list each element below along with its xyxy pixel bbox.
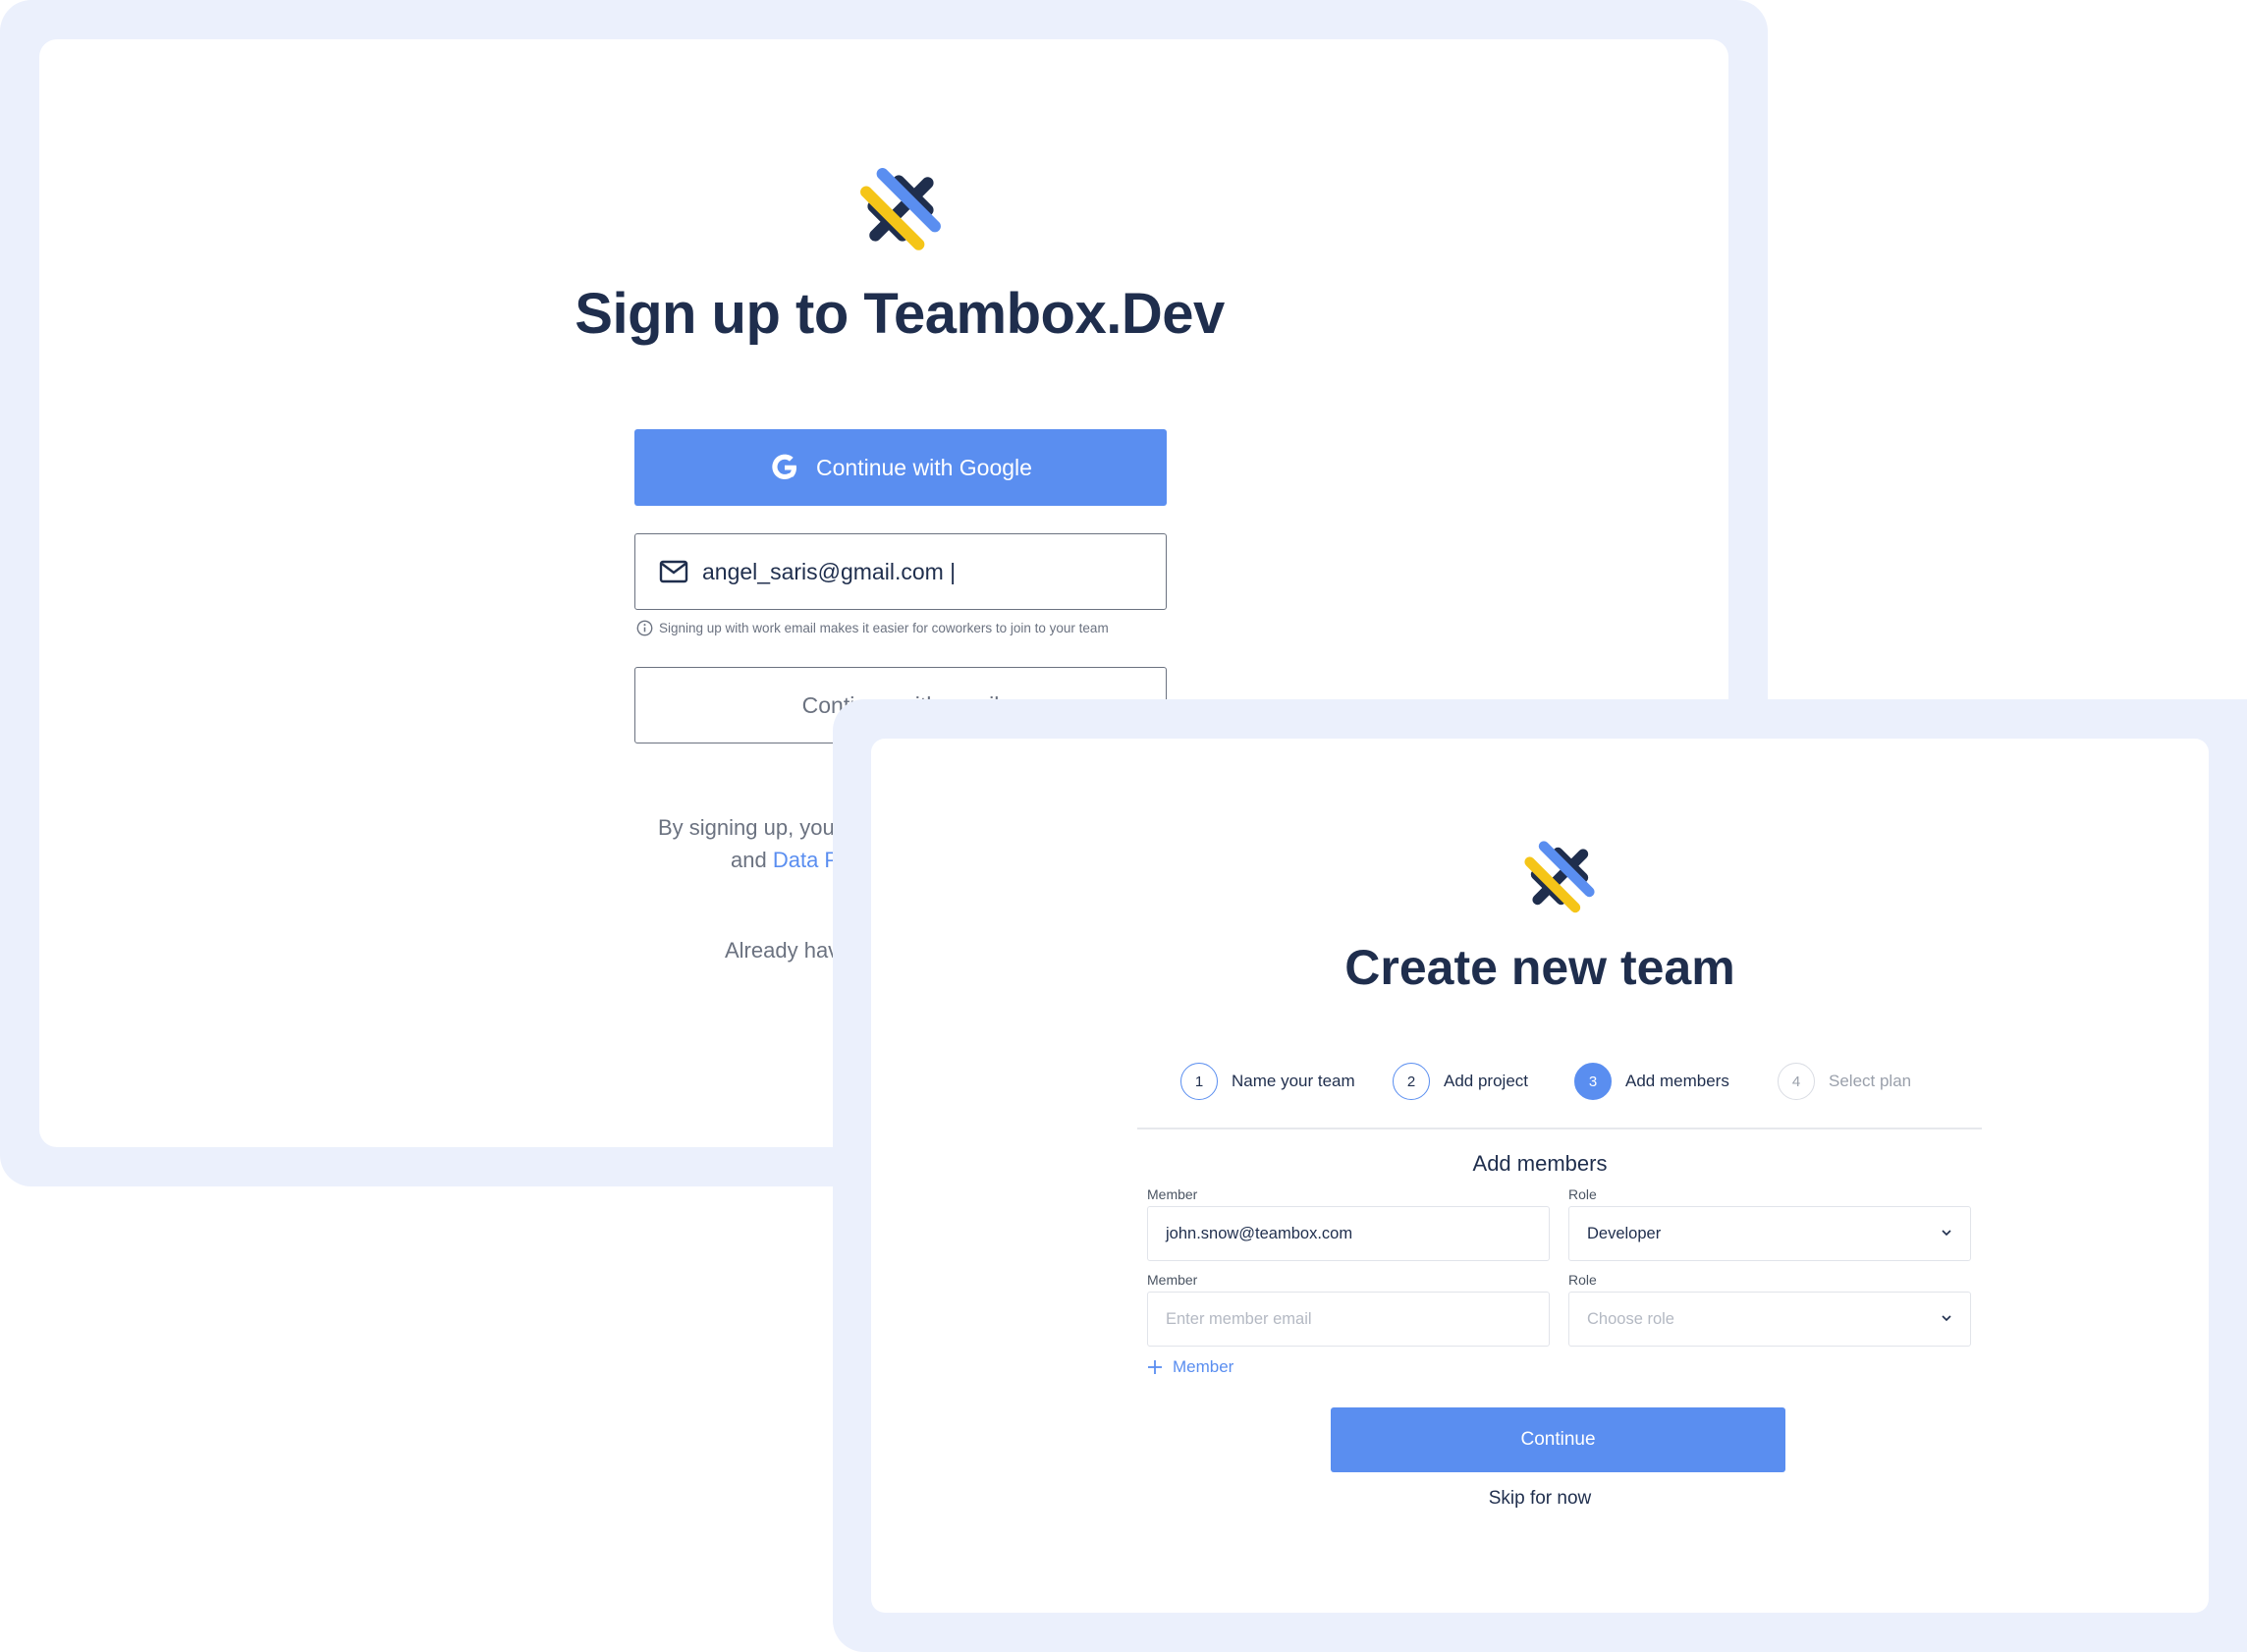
member-email-input[interactable]: Enter member email (1147, 1292, 1550, 1347)
step-label: Name your team (1232, 1072, 1355, 1090)
terms-prefix: and (731, 848, 773, 872)
email-hint-text: Signing up with work email makes it easi… (659, 621, 1109, 635)
teambox-logo (1524, 841, 1595, 913)
email-input-value: angel_saris@gmail.com | (702, 558, 957, 584)
create-team-title: Create new team (1344, 940, 1735, 995)
chevron-down-icon (1942, 1230, 1951, 1237)
member-label: Member (1147, 1186, 1198, 1202)
member-email-value: john.snow@teambox.com (1166, 1224, 1353, 1242)
step-label: Add members (1625, 1072, 1729, 1090)
member-label: Member (1147, 1272, 1198, 1288)
member-email-input[interactable]: john.snow@teambox.com (1147, 1206, 1550, 1261)
role-select[interactable]: Developer (1568, 1206, 1971, 1261)
step-number: 2 (1393, 1063, 1430, 1100)
chevron-down-icon (1942, 1315, 1951, 1322)
section-title: Add members (1472, 1151, 1608, 1176)
email-hint: Signing up with work email makes it easi… (636, 620, 1109, 636)
continue-with-google-button[interactable]: Continue with Google (634, 429, 1167, 506)
mail-icon (659, 560, 688, 583)
plus-icon (1148, 1360, 1162, 1374)
step-select-plan[interactable]: 4 Select plan (1778, 1063, 1911, 1100)
email-input[interactable]: angel_saris@gmail.com | (634, 533, 1167, 610)
step-label: Select plan (1829, 1072, 1912, 1090)
continue-button[interactable]: Continue (1331, 1407, 1785, 1472)
role-select-placeholder: Choose role (1587, 1309, 1674, 1328)
step-number: 4 (1778, 1063, 1815, 1100)
add-member-button[interactable]: Member (1147, 1357, 1233, 1377)
stepper: 1 Name your team 2 Add project 3 Add mem… (1137, 1041, 1982, 1129)
member-email-placeholder: Enter member email (1166, 1309, 1312, 1328)
teambox-logo (860, 168, 941, 250)
step-add-project[interactable]: 2 Add project (1393, 1063, 1528, 1100)
role-label: Role (1568, 1186, 1597, 1202)
skip-for-now-link[interactable]: Skip for now (871, 1488, 2209, 1510)
step-label: Add project (1444, 1072, 1528, 1090)
step-number: 1 (1180, 1063, 1218, 1100)
info-icon (636, 620, 653, 636)
google-button-label: Continue with Google (816, 454, 1032, 480)
google-icon (772, 454, 797, 479)
step-add-members[interactable]: 3 Add members (1574, 1063, 1729, 1100)
step-name-your-team[interactable]: 1 Name your team (1180, 1063, 1355, 1100)
step-number: 3 (1574, 1063, 1612, 1100)
role-select[interactable]: Choose role (1568, 1292, 1971, 1347)
role-select-value: Developer (1587, 1224, 1662, 1242)
add-member-label: Member (1173, 1357, 1234, 1376)
role-label: Role (1568, 1272, 1597, 1288)
signup-title: Sign up to Teambox.Dev (575, 282, 1225, 346)
